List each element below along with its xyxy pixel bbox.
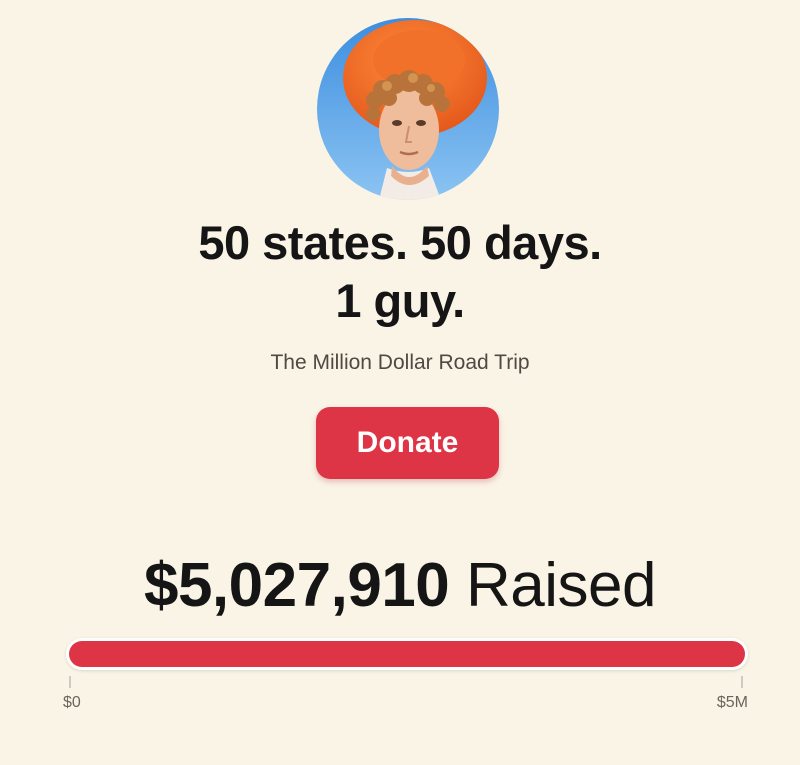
scale-label-max: $5M — [716, 694, 748, 711]
headline-line-2: 1 guy. — [335, 274, 465, 327]
campaign-headline: 50 states. 50 days. 1 guy. — [0, 214, 800, 330]
raised-label: Raised — [466, 551, 657, 620]
campaign-subtitle: The Million Dollar Road Trip — [270, 351, 530, 374]
raised-total: $5,027,910 Raised — [0, 546, 800, 626]
headline-line-1: 50 states. 50 days. — [198, 216, 602, 269]
scale-label-min: $0 — [63, 694, 81, 711]
profile-photo — [317, 18, 499, 200]
scale-tick-min — [69, 676, 71, 688]
progress-fill — [69, 641, 745, 667]
amount-raised: $5,027,910 — [143, 551, 450, 620]
donate-button[interactable]: Donate — [316, 407, 499, 479]
progress-bar — [66, 638, 748, 670]
fundraiser-page: 50 states. 50 days. 1 guy. The Million D… — [0, 0, 800, 765]
avatar — [317, 18, 499, 200]
scale-tick-max — [741, 676, 743, 688]
